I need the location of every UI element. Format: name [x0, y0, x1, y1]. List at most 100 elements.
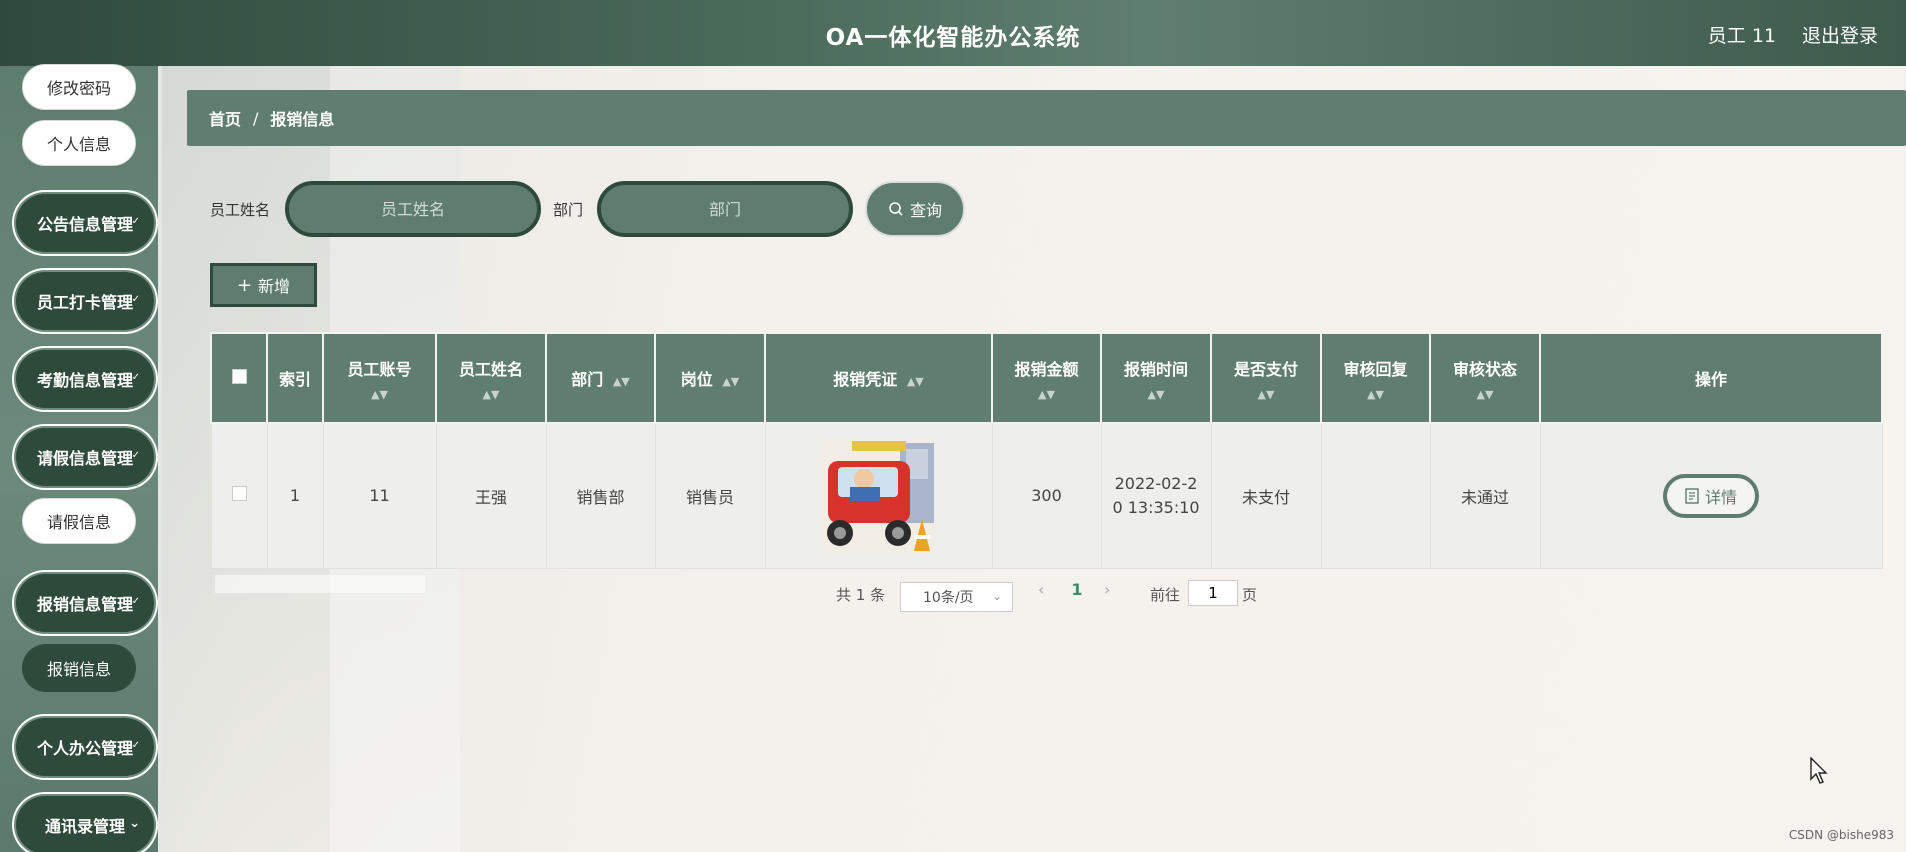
cell-name: 王强: [435, 422, 547, 569]
col-amount[interactable]: 报销金额 ▲▼: [991, 332, 1102, 424]
logout-link[interactable]: 退出登录: [1802, 21, 1878, 48]
col-name[interactable]: 员工姓名 ▲▼: [435, 332, 547, 424]
chevron-down-icon: ✓: [131, 294, 140, 305]
menu-contacts[interactable]: 通讯录管理 ⌄: [16, 796, 154, 852]
next-page-icon[interactable]: ›: [1104, 580, 1110, 599]
menu-reimbursement[interactable]: 报销信息管理 ✓: [16, 574, 154, 632]
top-header: OA一体化智能办公系统 员工 11 退出登录: [0, 0, 1906, 66]
chevron-down-icon: ⌄: [129, 816, 140, 831]
sort-icon[interactable]: ▲▼: [722, 375, 739, 388]
detail-button[interactable]: 详情: [1663, 473, 1759, 518]
col-label: 审核状态: [1452, 359, 1517, 379]
breadcrumb-current: 报销信息: [270, 110, 335, 129]
breadcrumb-separator: /: [253, 108, 259, 128]
cell-status: 未通过: [1429, 422, 1541, 569]
time-line-1: 2022-02-2: [1114, 473, 1198, 493]
sort-icon[interactable]: ▲▼: [1431, 388, 1539, 401]
cell-paid: 未支付: [1210, 422, 1322, 569]
page-unit-label: 页: [1242, 586, 1258, 604]
menu-leave[interactable]: 请假信息管理 ✓: [16, 428, 154, 486]
col-label: 员工姓名: [458, 359, 523, 379]
breadcrumb: 首页 / 报销信息: [187, 90, 1906, 146]
col-reply[interactable]: 审核回复 ▲▼: [1320, 332, 1431, 424]
menu-announcement[interactable]: 公告信息管理 ✓: [16, 194, 154, 252]
menu-attendance-punch[interactable]: 员工打卡管理 ✓: [16, 272, 154, 330]
prev-page-icon[interactable]: ‹: [1038, 580, 1044, 599]
chevron-down-icon: ✓: [131, 216, 140, 227]
goto-label: 前往: [1150, 586, 1181, 604]
time-line-2: 0 13:35:10: [1112, 497, 1200, 517]
sort-icon[interactable]: ▲▼: [324, 388, 435, 401]
department-label: 部门: [553, 201, 584, 219]
menu-attendance-info[interactable]: 考勤信息管理 ✓: [16, 350, 154, 408]
cell-amount: 300: [991, 422, 1102, 569]
chevron-down-icon: ✓: [131, 596, 140, 607]
col-position[interactable]: 岗位 ▲▼: [654, 332, 766, 424]
row-checkbox[interactable]: [231, 486, 247, 502]
sort-icon[interactable]: ▲▼: [613, 375, 630, 388]
current-user: 员工 11: [1707, 25, 1776, 47]
sort-icon[interactable]: ▲▼: [1322, 388, 1429, 401]
employee-name-input[interactable]: [285, 181, 541, 237]
name-label: 员工姓名: [210, 201, 271, 219]
sort-icon[interactable]: ▲▼: [907, 375, 924, 388]
menu-label: 员工打卡管理: [36, 293, 133, 312]
voucher-image[interactable]: [821, 438, 936, 553]
chevron-down-icon: ✓: [131, 450, 140, 461]
select-all-checkbox[interactable]: [231, 368, 247, 384]
page-size-value: 10条/页: [923, 590, 974, 606]
document-icon: [1685, 488, 1699, 504]
select-all-header[interactable]: [210, 332, 268, 424]
cell-position: 销售员: [654, 422, 766, 569]
sort-icon[interactable]: ▲▼: [993, 388, 1100, 401]
current-page[interactable]: 1: [1066, 580, 1088, 599]
col-time[interactable]: 报销时间 ▲▼: [1100, 332, 1212, 424]
table-row: 1 11 王强 销售部 销售员 300 2022-02-2 0 13:35:10…: [210, 422, 1883, 569]
menu-personal-office[interactable]: 个人办公管理 ✓: [16, 718, 154, 776]
col-status[interactable]: 审核状态 ▲▼: [1429, 332, 1541, 424]
col-label: 部门: [571, 370, 604, 389]
col-label: 报销凭证: [833, 370, 898, 389]
cell-voucher: [764, 422, 993, 569]
page-size-select[interactable]: 10条/页 ⌄: [900, 582, 1013, 612]
col-paid[interactable]: 是否支付 ▲▼: [1210, 332, 1322, 424]
chevron-down-icon: ✓: [131, 740, 140, 751]
pagination-total: 共 1 条: [836, 586, 886, 604]
breadcrumb-home[interactable]: 首页: [209, 106, 241, 130]
cell-account: 11: [322, 422, 437, 569]
col-label: 是否支付: [1233, 359, 1298, 379]
cell-time: 2022-02-2 0 13:35:10: [1100, 422, 1212, 569]
add-button[interactable]: + 新增: [210, 263, 317, 307]
col-voucher[interactable]: 报销凭证 ▲▼: [764, 332, 993, 424]
query-label: 查询: [909, 201, 942, 220]
sort-icon[interactable]: ▲▼: [1212, 388, 1320, 401]
cell-index: 1: [266, 422, 324, 569]
sort-icon[interactable]: ▲▼: [1102, 388, 1210, 401]
col-account[interactable]: 员工账号 ▲▼: [322, 332, 437, 424]
profile-button[interactable]: 个人信息: [22, 120, 136, 166]
col-label: 岗位: [680, 370, 713, 389]
col-department[interactable]: 部门 ▲▼: [545, 332, 656, 424]
col-label: 报销时间: [1123, 359, 1188, 379]
goto-page-input[interactable]: [1188, 580, 1238, 606]
query-button[interactable]: 查询: [865, 181, 965, 237]
col-label: 报销金额: [1014, 359, 1079, 379]
menu-label: 考勤信息管理: [36, 371, 133, 390]
submenu-leave-info[interactable]: 请假信息: [22, 498, 136, 544]
col-index: 索引: [266, 332, 324, 424]
chevron-down-icon: ⌄: [991, 589, 1002, 603]
chevron-down-icon: ✓: [131, 372, 140, 383]
menu-label: 通讯录管理: [44, 817, 125, 836]
row-select-cell[interactable]: [210, 422, 268, 569]
sort-icon[interactable]: ▲▼: [437, 388, 545, 401]
cell-actions: 详情: [1539, 422, 1883, 569]
change-password-button[interactable]: 修改密码: [22, 64, 136, 110]
watermark-text: CSDN @bishe983: [1788, 828, 1894, 842]
department-input[interactable]: [597, 181, 853, 237]
col-label: 员工账号: [347, 359, 412, 379]
col-actions: 操作: [1539, 332, 1883, 424]
add-label: 新增: [258, 277, 291, 296]
plus-icon: +: [236, 274, 253, 296]
reimbursement-table: 索引 员工账号 ▲▼ 员工姓名 ▲▼ 部门 ▲▼ 岗位 ▲▼ 报销凭证 ▲▼ 报…: [210, 332, 1883, 569]
submenu-reimbursement-info[interactable]: 报销信息: [22, 644, 136, 692]
